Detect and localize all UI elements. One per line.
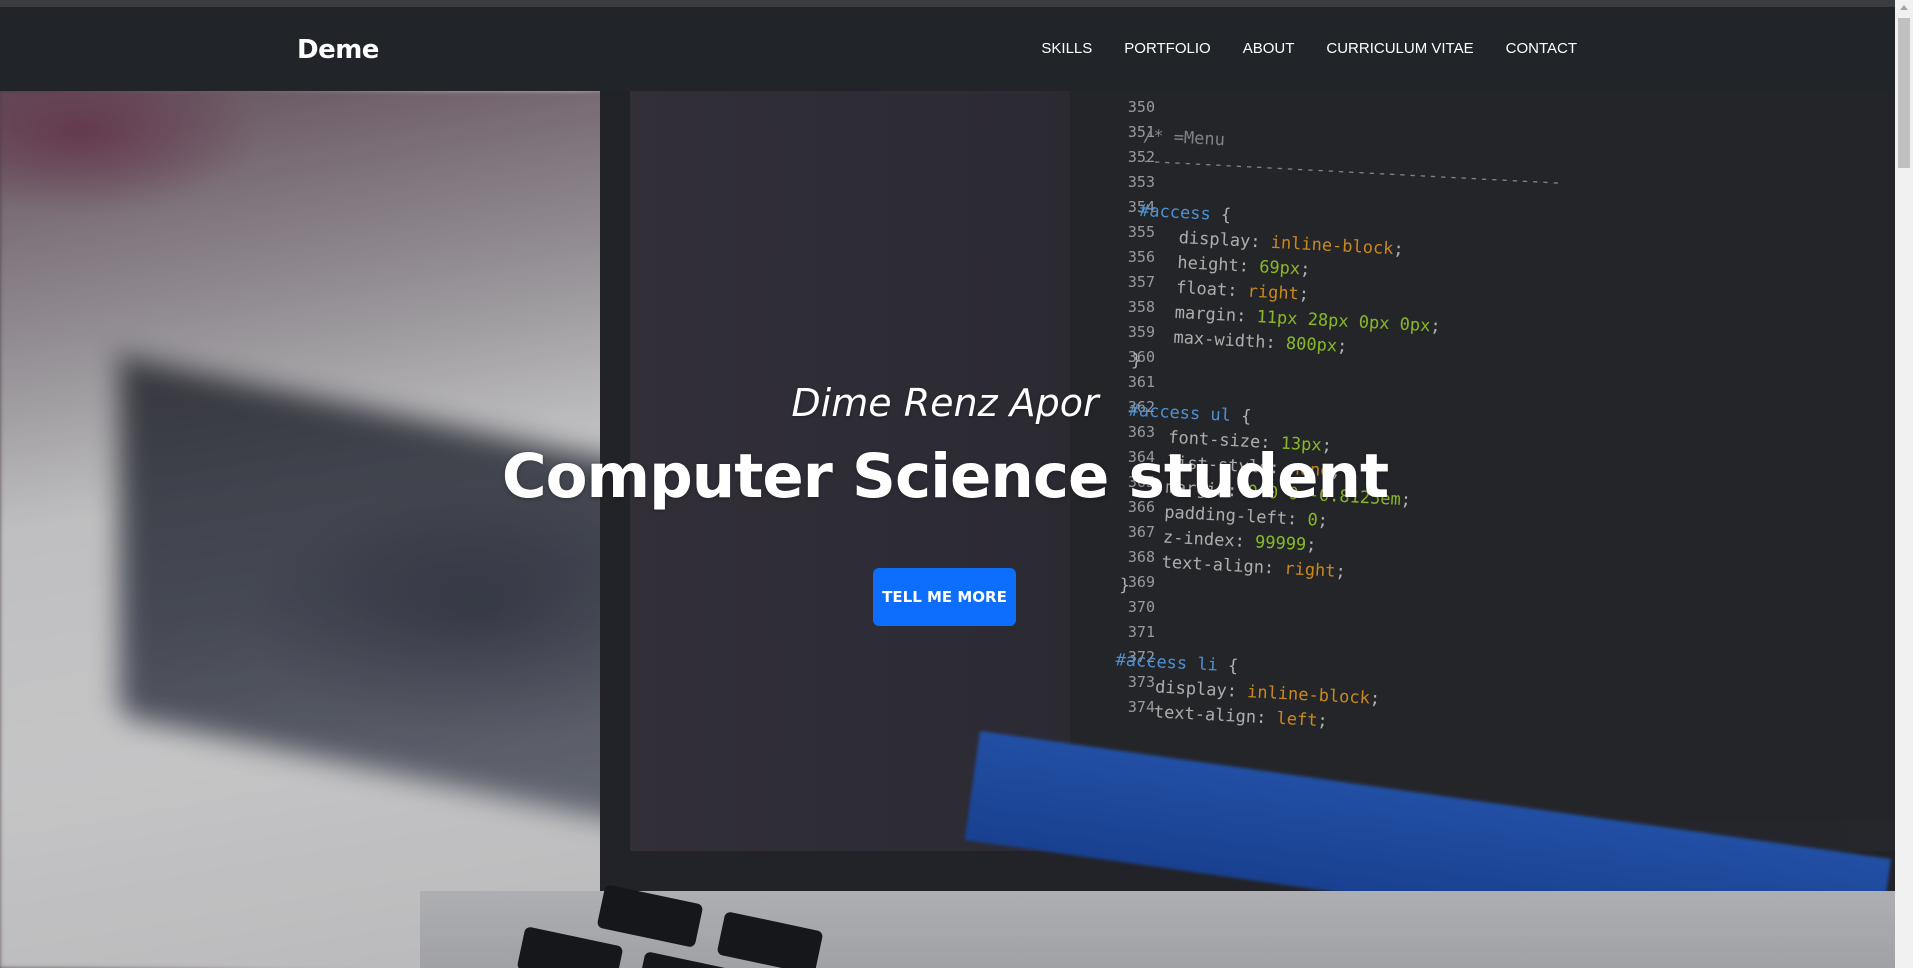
tell-me-more-button[interactable]: TELL ME MORE bbox=[873, 568, 1016, 626]
nav-link-curriculum-vitae[interactable]: CURRICULUM VITAE bbox=[1326, 40, 1473, 57]
nav-link-skills[interactable]: SKILLS bbox=[1041, 40, 1092, 57]
page: Deme SKILLS PORTFOLIO ABOUT CURRICULUM V… bbox=[0, 0, 1913, 968]
nav-link-portfolio[interactable]: PORTFOLIO bbox=[1124, 40, 1210, 57]
page-scrollbar[interactable] bbox=[1895, 0, 1913, 968]
navbar: Deme SKILLS PORTFOLIO ABOUT CURRICULUM V… bbox=[0, 7, 1895, 91]
scroll-up-arrow-icon[interactable] bbox=[1900, 5, 1908, 10]
hero-title: Computer Science student bbox=[501, 441, 1389, 512]
browser-top-strip bbox=[0, 0, 1913, 7]
scrollbar-thumb[interactable] bbox=[1898, 18, 1910, 168]
nav-links: SKILLS PORTFOLIO ABOUT CURRICULUM VITAE … bbox=[1009, 40, 1577, 57]
brand-logo[interactable]: Deme bbox=[297, 35, 379, 65]
nav-link-about[interactable]: ABOUT bbox=[1243, 40, 1295, 57]
hero-subtitle: Dime Renz Apor bbox=[791, 381, 1099, 425]
hero-section: 350 351 352 353 354 355 356 357 358 359 360 361 362 3… bbox=[0, 91, 1895, 968]
nav-link-contact[interactable]: CONTACT bbox=[1506, 40, 1577, 57]
hero-content: Dime Renz Apor Computer Science student … bbox=[0, 91, 1895, 968]
